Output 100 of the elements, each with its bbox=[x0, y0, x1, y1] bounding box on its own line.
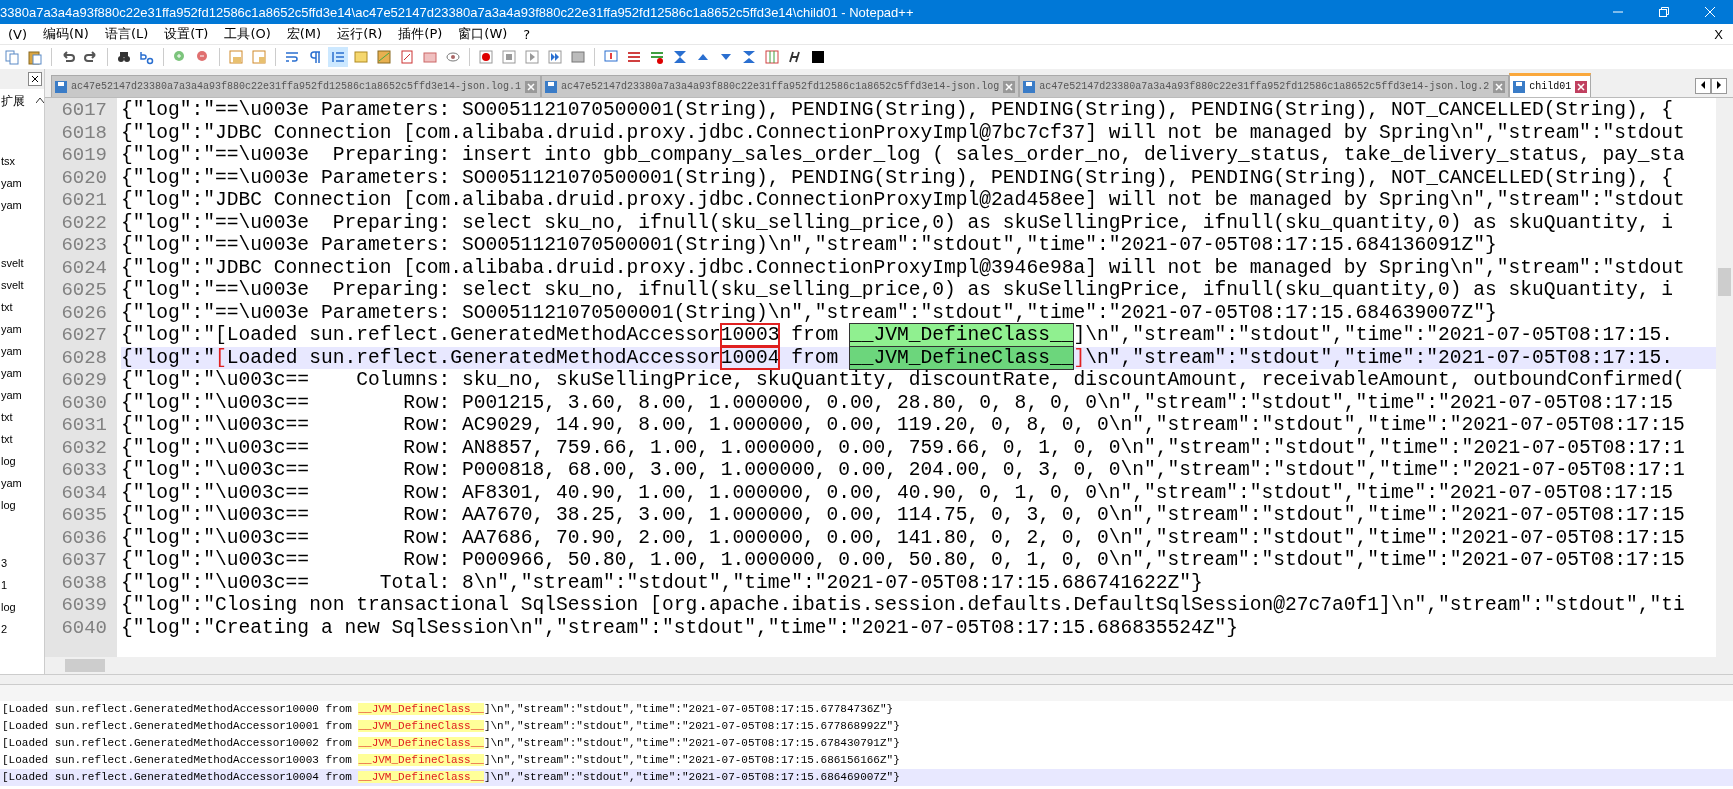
file-list-item[interactable]: txt bbox=[0, 296, 44, 318]
close-icon bbox=[1705, 7, 1715, 17]
triangle-left-icon bbox=[1700, 81, 1706, 89]
vertical-scrollbar[interactable] bbox=[1716, 98, 1733, 657]
file-list-item[interactable]: log bbox=[0, 450, 44, 472]
window-icon bbox=[251, 49, 267, 65]
line-number: 6026 bbox=[60, 301, 108, 324]
line-number: 6023 bbox=[60, 234, 108, 257]
menu-item[interactable]: 工具(O) bbox=[216, 24, 279, 44]
result-line[interactable]: [Loaded sun.reflect.GeneratedMethodAccessor10002 from __JVM_DefineClass__]\n","stream":"stdout","time":"2021-07-05T08:17:15.678430791Z"} bbox=[0, 735, 1733, 752]
paste-icon bbox=[27, 49, 43, 65]
file-list-item[interactable]: yam bbox=[0, 384, 44, 406]
code-line: {"log":"JDBC Connection [com.alibaba.druid.proxy.jdbc.ConnectionProxyImpl@2ad458ee] will not be managed by Spring\n","stream":"stdout bbox=[121, 189, 1686, 212]
menu-item[interactable]: 语言(L) bbox=[96, 24, 157, 44]
code-line: {"log":"Creating a new SqlSession\n","stream":"stdout","time":"2021-07-05T08:17:15.686835524Z"} bbox=[121, 616, 1240, 639]
list-remove-icon bbox=[649, 49, 665, 65]
code-line: {"log":"\u003c== Row: AA7670, 38.25, 3.00, 1.000000, 0.00, 114.75, 0, 3, 0, 0\n","stream":"stdout","time":"2021-07-05T08:17:15 bbox=[121, 504, 1686, 527]
result-line[interactable]: [Loaded sun.reflect.GeneratedMethodAccessor10000 from __JVM_DefineClass__]\n","stream":"stdout","time":"2021-07-05T08:17:15.67784736Z"} bbox=[0, 701, 1733, 718]
menu-item[interactable]: (V) bbox=[0, 24, 36, 44]
line-number: 6038 bbox=[60, 571, 108, 594]
code-line: {"log":"\u003c== Columns: sku_no, skuSellingPrice, skuQuantity, discountRate, discountAmount, receivableAmount, outboundConfirmed( bbox=[121, 369, 1686, 392]
file-tab[interactable]: child01 bbox=[1509, 73, 1592, 97]
line-number: 6029 bbox=[60, 369, 108, 392]
line-number: 6018 bbox=[60, 121, 108, 144]
code-line: {"log":"\u003c== Row: AA7686, 70.90, 2.00, 1.000000, 0.00, 141.80, 0, 2, 0, 0\n","stream":"stdout","time":"2021-07-05T08:17:15 bbox=[121, 526, 1686, 549]
line-number: 6039 bbox=[60, 594, 108, 617]
close-icon[interactable] bbox=[28, 72, 42, 86]
file-list-item[interactable]: yam bbox=[0, 172, 44, 194]
line-number: 6036 bbox=[60, 526, 108, 549]
result-line[interactable]: [Loaded sun.reflect.GeneratedMethodAccessor10003 from __JVM_DefineClass__]\n","stream":"stdout","time":"2021-07-05T08:17:15.686156166Z"} bbox=[0, 752, 1733, 769]
line-number: 6037 bbox=[60, 549, 108, 572]
code-line: {"log":"\u003c== Total: 8\n","stream":"stdout","time":"2021-07-05T08:17:15.686741622Z"} bbox=[121, 571, 1204, 594]
line-number: 6040 bbox=[60, 616, 108, 639]
code-line: {"log":"==\u003e Preparing: select sku_no, ifnull(sku_selling_price,0) as skuSellingPrice, ifnull(sku_quantity,0) as skuQuantity, i bbox=[121, 279, 1675, 302]
code-line: {"log":"==\u003e Preparing: insert into gbb_company_sales_order_log ( sales_order_no, delivery_status, take_delivery_status, pay_sta bbox=[121, 144, 1686, 167]
line-number: 6021 bbox=[60, 189, 108, 212]
code-line: {"log":"==\u003e Parameters: SO0051121070500001(String)\n","stream":"stdout","time":"2021-07-05T08:17:15.684639007Z"} bbox=[121, 301, 1498, 324]
menu-item[interactable]: 设置(T) bbox=[156, 24, 217, 44]
file-list-item[interactable]: yam bbox=[0, 318, 44, 340]
file-list-item[interactable]: log bbox=[0, 494, 44, 516]
file-tab[interactable]: ac47e52147d23380a7a3a4a93f880c22e31ffa952fd12586c1a8652c5ffd3e14-json.log.2 bbox=[1019, 75, 1510, 97]
eye-icon bbox=[445, 49, 461, 65]
file-list-item[interactable]: txt bbox=[0, 406, 44, 428]
menu-item[interactable]: 宏(M) bbox=[278, 24, 330, 44]
file-list-item[interactable]: yam bbox=[0, 340, 44, 362]
indent-guide-icon bbox=[330, 49, 346, 65]
menu-item[interactable]: 插件(P) bbox=[390, 24, 451, 44]
stop-icon bbox=[501, 49, 517, 65]
menu-item[interactable]: 编码(N) bbox=[35, 24, 97, 44]
restore-icon bbox=[1659, 7, 1669, 17]
record-icon bbox=[478, 49, 494, 65]
file-tab[interactable]: ac47e52147d23380a7a3a4a93f880c22e31ffa952fd12586c1a8652c5ffd3e14-json.log bbox=[541, 75, 1020, 97]
line-number: 6022 bbox=[60, 211, 108, 234]
italic-h-icon bbox=[787, 49, 803, 65]
line-number: 6025 bbox=[60, 279, 108, 302]
result-line[interactable]: [Loaded sun.reflect.GeneratedMethodAccessor10001 from __JVM_DefineClass__]\n","stream":"stdout","time":"2021-07-05T08:17:15.677868992Z"} bbox=[0, 718, 1733, 735]
highlight-box: 10004 bbox=[720, 346, 780, 369]
menu-item[interactable]: 窗口(W) bbox=[450, 24, 516, 44]
window-title: 3380a7a3a4a93f880c22e31ffa952fd12586c1a8652c5ffd3e14\ac47e52147d23380a7a3a4a93f880c22e31ffa952fd12586c1a8652c5ffd3e14\child01 - Notepad++ bbox=[0, 4, 915, 20]
file-list-item[interactable]: 1 bbox=[0, 574, 44, 596]
file-list-item[interactable]: tsx bbox=[0, 150, 44, 172]
line-number: 6027 bbox=[60, 324, 108, 347]
line-number: 6017 bbox=[60, 99, 108, 122]
file-list-item[interactable]: yam bbox=[0, 472, 44, 494]
code-line: {"log":"==\u003e Parameters: SO0051121070500001(String), PENDING(String), PENDING(String), PENDING(String), NOT_CANCELLED(String), { bbox=[121, 99, 1675, 122]
file-list-item[interactable]: txt bbox=[0, 428, 44, 450]
line-number: 6019 bbox=[60, 144, 108, 167]
scroll-right-button[interactable] bbox=[1711, 78, 1727, 94]
list-icon bbox=[626, 49, 642, 65]
panel-title: 扩展 bbox=[0, 93, 25, 110]
columns-icon bbox=[764, 49, 780, 65]
undo-icon bbox=[60, 49, 76, 65]
play-icon bbox=[524, 49, 540, 65]
menu-item[interactable]: ? bbox=[515, 24, 539, 44]
file-list-item[interactable]: 3 bbox=[0, 552, 44, 574]
file-list-item[interactable]: 2 bbox=[0, 618, 44, 640]
file-list-item[interactable]: svelt bbox=[0, 274, 44, 296]
code-line: {"log":"JDBC Connection [com.alibaba.druid.proxy.jdbc.ConnectionProxyImpl@7bc7cf37] will not be managed by Spring\n","stream":"stdout bbox=[121, 121, 1686, 144]
fast-forward-icon bbox=[547, 49, 563, 65]
file-list-item[interactable]: svelt bbox=[0, 252, 44, 274]
code-line: {"log":"==\u003e Preparing: select sku_no, ifnull(sku_selling_price,0) as skuSellingPrice, ifnull(sku_quantity,0) as skuQuantity, i bbox=[121, 211, 1675, 234]
redo-icon bbox=[83, 49, 99, 65]
code-line: {"log":"\u003c== Row: P000966, 50.80, 1.00, 1.000000, 0.00, 50.80, 0, 1, 0, 0\n","stream":"stdout","time":"2021-07-05T08:17:15 bbox=[121, 549, 1686, 572]
line-number: 6034 bbox=[60, 481, 108, 504]
line-number: 6035 bbox=[60, 504, 108, 527]
code-line: {"log":"\u003c== Row: AF8301, 40.90, 1.00, 1.000000, 0.00, 40.90, 0, 1, 0, 0\n","stream":"stdout","time":"2021-07-05T08:17:15 bbox=[121, 481, 1675, 504]
scroll-up-icon[interactable] bbox=[36, 96, 44, 103]
code-line: {"log":"JDBC Connection [com.alibaba.druid.proxy.jdbc.ConnectionProxyImpl@3946e98a] will not be managed by Spring\n","stream":"stdout bbox=[121, 256, 1686, 279]
code-line: {"log":"Closing non transactional SqlSession [org.apache.ibatis.session.defaults.DefaultSqlSession@27c7a0f1]\n","stream":"stdout","ti bbox=[121, 594, 1686, 617]
file-tab[interactable]: ac47e52147d23380a7a3a4a93f880c22e31ffa952fd12586c1a8652c5ffd3e14-json.log.1 bbox=[51, 75, 542, 97]
file-list-item[interactable]: yam bbox=[0, 194, 44, 216]
scroll-left-button[interactable] bbox=[1695, 78, 1711, 94]
file-list-item[interactable]: log bbox=[0, 596, 44, 618]
copy-icon bbox=[4, 49, 20, 65]
menu-item[interactable]: 运行(R) bbox=[329, 24, 391, 44]
code-line: {"log":"\u003c== Row: P001215, 3.60, 8.00, 1.000000, 0.00, 28.80, 0, 8, 0, 0\n","stream":"stdout","time":"2021-07-05T08:17:15 bbox=[121, 391, 1675, 414]
code-line: {"log":"\u003c== Row: AC9029, 14.90, 8.00, 1.000000, 0.00, 119.20, 0, 8, 0, 0\n","stream":"stdout","time":"2021-07-05T08:17:15 bbox=[121, 414, 1686, 437]
menu-close-button[interactable]: X bbox=[1704, 26, 1733, 42]
file-list-item[interactable]: yam bbox=[0, 362, 44, 384]
line-number: 6032 bbox=[60, 436, 108, 459]
